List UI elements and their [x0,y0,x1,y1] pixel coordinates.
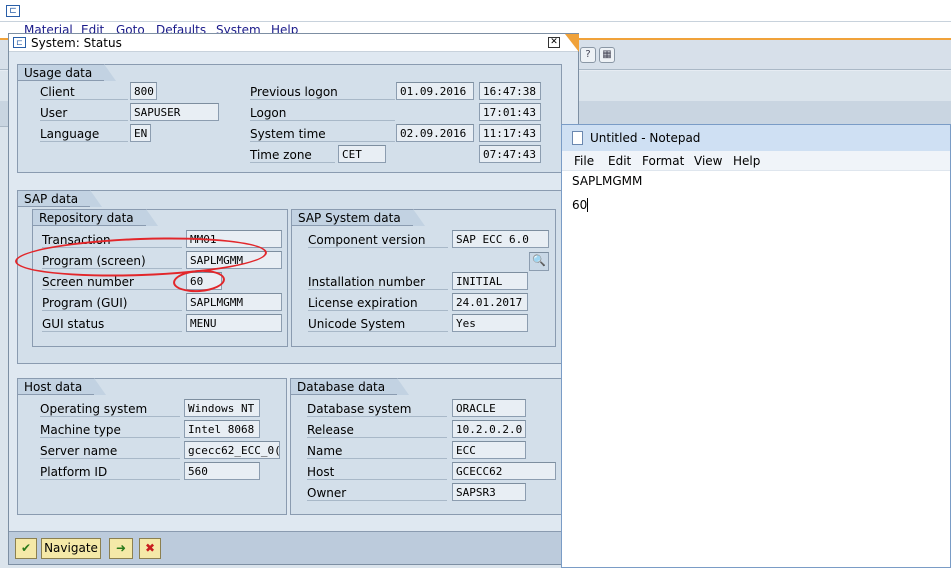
notepad-title-bar: Untitled - Notepad [562,125,950,151]
platform-id-field[interactable]: 560 [184,462,260,480]
sap-title-bar: ⊏ [0,0,951,22]
language-field[interactable]: EN [130,124,151,142]
host-data-title: Host data [17,378,107,395]
release-label: Release [307,423,447,438]
sap-system-data-group: SAP System data Component version SAP EC… [291,209,556,347]
sap-data-title: SAP data [17,190,103,207]
detail-search-icon[interactable]: 🔍 [529,252,549,271]
program-gui-field[interactable]: SAPLMGMM [186,293,282,311]
database-system-label: Database system [307,402,447,417]
language-label: Language [40,127,128,142]
notepad-menu-file[interactable]: File [574,154,594,168]
installation-number-label: Installation number [308,275,448,290]
unicode-system-label: Unicode System [308,317,448,332]
notepad-title: Untitled - Notepad [590,131,701,145]
previous-logon-date[interactable]: 01.09.2016 [396,82,474,100]
notepad-line-1: SAPLMGMM [572,174,643,188]
owner-label: Owner [307,486,447,501]
db-name-field[interactable]: ECC [452,441,526,459]
system-time-label: System time [250,127,395,142]
machine-type-field[interactable]: Intel 8068 [184,420,260,438]
operating-system-field[interactable]: Windows NT [184,399,260,417]
navigate-button[interactable]: Navigate [41,538,101,559]
notepad-text-area[interactable]: SAPLMGMM 60 [562,172,950,567]
client-field[interactable]: 800 [130,82,157,100]
cancel-icon[interactable]: ✖ [139,538,161,559]
sap-window-icon[interactable]: ⊏ [6,5,20,17]
gui-status-field[interactable]: MENU [186,314,282,332]
text-caret [587,198,588,212]
system-time[interactable]: 11:17:43 [479,124,541,142]
previous-logon-label: Previous logon [250,85,395,100]
notepad-icon [572,131,583,145]
notepad-menu-help[interactable]: Help [733,154,760,168]
check-icon[interactable]: ✔ [15,538,37,559]
db-host-field[interactable]: GCECC62 [452,462,556,480]
notepad-menu-format[interactable]: Format [642,154,684,168]
notepad-menu-bar: File Edit Format View Help [562,151,950,171]
program-gui-label: Program (GUI) [42,296,182,311]
dialog-title: System: Status [31,36,122,50]
time-zone-label: Time zone [250,148,335,163]
navigate-icon[interactable]: ➜ [109,538,133,559]
host-data-group: Host data Operating system Windows NT Ma… [17,378,287,515]
sap-system-data-title: SAP System data [291,209,425,226]
notepad-menu-view[interactable]: View [694,154,722,168]
unicode-system-field[interactable]: Yes [452,314,528,332]
server-name-field[interactable]: gcecc62_ECC_0( [184,441,280,459]
release-field[interactable]: 10.2.0.2.0 [452,420,526,438]
license-expiration-label: License expiration [308,296,448,311]
platform-id-label: Platform ID [40,465,180,480]
notepad-window: Untitled - Notepad File Edit Format View… [561,124,951,568]
repository-data-group: Repository data Transaction MM01 Program… [32,209,288,347]
repository-data-title: Repository data [32,209,158,226]
db-name-label: Name [307,444,447,459]
logon-label: Logon [250,106,395,121]
usage-data-title: Usage data [17,64,117,81]
installation-number-field[interactable]: INITIAL [452,272,528,290]
notepad-line-2: 60 [572,198,588,212]
user-field[interactable]: SAPUSER [130,103,219,121]
license-expiration-field[interactable]: 24.01.2017 [452,293,528,311]
user-label: User [40,106,128,121]
gui-status-label: GUI status [42,317,182,332]
system-date[interactable]: 02.09.2016 [396,124,474,142]
component-version-label: Component version [308,233,448,248]
time-zone-time[interactable]: 07:47:43 [479,145,541,163]
database-system-field[interactable]: ORACLE [452,399,526,417]
server-name-label: Server name [40,444,180,459]
previous-logon-time[interactable]: 16:47:38 [479,82,541,100]
component-version-field[interactable]: SAP ECC 6.0 [452,230,549,248]
layout-icon[interactable]: ▦ [599,47,615,63]
logon-time[interactable]: 17:01:43 [479,103,541,121]
owner-field[interactable]: SAPSR3 [452,483,526,501]
close-icon[interactable]: ✕ [548,37,560,48]
screen-number-label: Screen number [42,275,182,290]
db-host-label: Host [307,465,447,480]
usage-data-group: Usage data Client 800 User SAPUSER Langu… [17,64,562,173]
dialog-footer: ✔ Navigate ➜ ✖ [9,531,578,564]
title-corner-accent [565,34,579,52]
system-status-dialog: ⊏ System: Status ✕ Usage data Client 800… [8,33,579,565]
help-icon[interactable]: ? [580,47,596,63]
time-zone-field[interactable]: CET [338,145,386,163]
machine-type-label: Machine type [40,423,180,438]
operating-system-label: Operating system [40,402,180,417]
sap-data-group: SAP data Repository data Transaction MM0… [17,190,562,364]
dialog-title-bar: ⊏ System: Status ✕ [9,34,579,52]
notepad-menu-edit[interactable]: Edit [608,154,631,168]
sap-window-icon: ⊏ [13,37,26,48]
database-data-group: Database data Database system ORACLE Rel… [290,378,562,515]
client-label: Client [40,85,128,100]
database-data-title: Database data [290,378,410,395]
